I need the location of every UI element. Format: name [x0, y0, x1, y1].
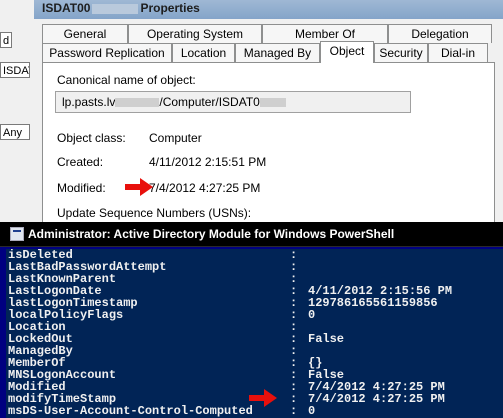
modified-label: Modified:: [57, 181, 106, 195]
properties-dialog: ISDAT00 Properties General Operating Syst…: [34, 0, 503, 232]
property-value: 129786165561159856: [308, 296, 438, 310]
background-window: d ISDAT Any: [0, 0, 35, 225]
usn-label: Update Sequence Numbers (USNs):: [57, 206, 252, 220]
property-value: 7/4/2012 4:27:25 PM: [308, 392, 445, 406]
tab-location[interactable]: Location: [172, 43, 235, 62]
dialog-titlebar[interactable]: ISDAT00 Properties: [34, 0, 503, 19]
created-label: Created:: [57, 155, 104, 169]
canonical-name-prefix: lp.pasts.lv: [62, 95, 116, 109]
background-field-fragment: ISDAT: [0, 62, 30, 78]
property-value: 0: [308, 404, 316, 418]
dialog-title-prefix: ISDAT00: [42, 1, 91, 15]
tab-security[interactable]: Security: [374, 43, 428, 62]
dialog-title-suffix: Properties: [140, 1, 200, 15]
red-arrow-icon: [249, 389, 277, 407]
background-combo-fragment: Any: [0, 124, 30, 140]
tab-password-replication[interactable]: Password Replication: [42, 43, 172, 62]
background-tab-fragment: d: [0, 32, 12, 48]
powershell-icon: [10, 227, 24, 241]
canonical-name-label: Canonical name of object:: [57, 73, 196, 87]
tab-delegation[interactable]: Delegation: [388, 24, 492, 43]
dialog-title: ISDAT00 Properties: [42, 1, 200, 15]
redacted-blur: [92, 3, 139, 14]
object-class-label: Object class:: [57, 131, 126, 145]
modified-value: 7/4/2012 4:27:25 PM: [149, 181, 261, 195]
canonical-name-value: lp.pasts.lv/Computer/ISDAT0: [62, 95, 286, 109]
redacted-blur: [115, 98, 160, 108]
property-value: False: [308, 332, 345, 346]
redacted-blur: [259, 98, 286, 108]
tab-dial-in[interactable]: Dial-in: [428, 43, 488, 62]
object-class-value: Computer: [149, 131, 202, 145]
property-value: 0: [308, 308, 316, 322]
canonical-name-field[interactable]: lp.pasts.lv/Computer/ISDAT0: [55, 91, 411, 113]
tab-object[interactable]: Object: [320, 41, 374, 63]
canonical-name-suffix: /Computer/ISDAT0: [159, 95, 260, 109]
powershell-titlebar[interactable]: Administrator: Active Directory Module f…: [0, 222, 503, 247]
created-value: 4/11/2012 2:15:51 PM: [149, 155, 267, 169]
tab-operating-system[interactable]: Operating System: [128, 24, 262, 43]
property-name: msDS-User-Account-Control-Computed: [8, 404, 253, 418]
tab-general[interactable]: General: [42, 24, 128, 43]
object-tab-panel: Canonical name of object: lp.pasts.lv/Co…: [42, 62, 495, 232]
powershell-title: Administrator: Active Directory Module f…: [28, 227, 395, 241]
red-arrow-icon: [125, 178, 153, 196]
tab-managed-by[interactable]: Managed By: [235, 43, 320, 62]
colon-separator: :: [290, 404, 298, 418]
